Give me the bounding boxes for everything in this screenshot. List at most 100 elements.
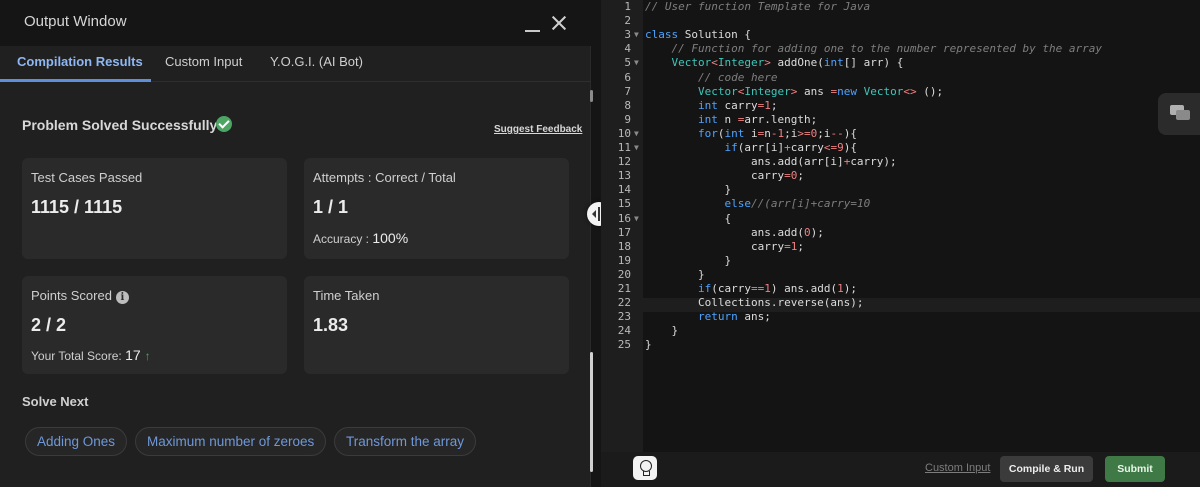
tab-compilation-results[interactable]: Compilation Results	[17, 54, 143, 69]
test-cases-card: Test Cases Passed 1115 / 1115	[22, 158, 287, 259]
close-icon[interactable]	[548, 12, 570, 34]
submit-button[interactable]: Submit	[1105, 456, 1165, 482]
suggest-feedback-link[interactable]: Suggest Feedback	[494, 124, 582, 135]
code-line[interactable]: 23 return ans;	[601, 310, 1200, 324]
code-text: {	[645, 211, 732, 225]
code-line[interactable]: 16 ▼ {	[601, 212, 1200, 226]
total-score-label: Your Total Score:	[31, 349, 122, 363]
tab-custom-input[interactable]: Custom Input	[165, 54, 242, 69]
code-line[interactable]: 9 int n =arr.length;	[601, 113, 1200, 127]
accuracy-label: Accuracy :	[313, 232, 370, 246]
code-line[interactable]: 18 carry=1;	[601, 240, 1200, 254]
output-tabs: Compilation Results Custom Input Y.O.G.I…	[0, 46, 591, 82]
active-tab-indicator	[0, 79, 151, 82]
attempts-value: 1 / 1	[313, 197, 349, 217]
code-text: }	[645, 253, 732, 267]
points-label-row: Points Scored i	[31, 288, 129, 304]
code-text: ans.add(0);	[645, 225, 824, 239]
code-line[interactable]: 20 }	[601, 268, 1200, 282]
fold-toggle-icon[interactable]: ▼	[634, 28, 639, 42]
code-line[interactable]: 5 ▼ Vector<Integer> addOne(int[] arr) {	[601, 56, 1200, 70]
output-window: Output Window Compilation Results Custom…	[0, 0, 593, 487]
line-number: 16	[617, 211, 631, 225]
tab-yogi-ai-bot[interactable]: Y.O.G.I. (AI Bot)	[270, 54, 363, 69]
line-number: 17	[617, 225, 631, 239]
line-number: 21	[617, 282, 631, 295]
test-cases-label: Test Cases Passed	[31, 170, 143, 185]
code-text: carry=1;	[645, 239, 804, 253]
time-value: 1.83	[313, 315, 349, 335]
code-text: return ans;	[697, 310, 771, 324]
code-text: int n =arr.length;	[697, 112, 818, 126]
code-line[interactable]: 7 Vector<Integer> ans =new Vector<> ();	[601, 85, 1200, 99]
fold-toggle-icon[interactable]: ▼	[634, 127, 639, 141]
check-circle-icon	[216, 116, 232, 132]
line-number: 20	[617, 267, 631, 281]
code-line[interactable]: 13 carry=0;	[601, 169, 1200, 183]
line-number: 9	[624, 112, 631, 126]
line-number: 11	[617, 141, 631, 154]
line-number: 7	[624, 84, 631, 98]
code-line[interactable]: 6 // code here	[601, 71, 1200, 85]
code-text: for(int i=n-1;i>=0;i--){	[697, 126, 857, 140]
line-number: 15	[617, 197, 631, 211]
attempts-card: Attempts : Correct / Total 1 / 1 Accurac…	[304, 158, 569, 259]
compile-run-button[interactable]: Compile & Run	[1000, 456, 1093, 482]
info-icon[interactable]: i	[115, 291, 129, 304]
fold-toggle-icon[interactable]: ▼	[634, 212, 639, 226]
solve-next-chip[interactable]: Adding Ones	[25, 427, 128, 456]
scrollbar-thumb[interactable]	[590, 352, 593, 472]
line-number: 6	[624, 70, 631, 84]
output-window-titlebar: Output Window	[0, 0, 591, 46]
minimize-icon[interactable]	[522, 8, 544, 38]
chat-icon[interactable]	[1158, 93, 1200, 135]
solve-next-title: Solve Next	[22, 394, 89, 409]
code-line[interactable]: 19 }	[601, 254, 1200, 268]
fold-toggle-icon[interactable]: ▼	[634, 56, 639, 70]
lightbulb-icon[interactable]	[633, 456, 657, 480]
code-line[interactable]: 4 // Function for adding one to the numb…	[601, 42, 1200, 56]
line-number: 22	[617, 296, 631, 310]
code-editor[interactable]: 1// User function Template for Java 2 3 ▼ cl…	[601, 0, 1200, 487]
code-line[interactable]: 12 ans.add(arr[i]+carry);	[601, 155, 1200, 169]
code-line[interactable]: 21 if(carry==1) ans.add(1);	[601, 282, 1200, 296]
total-score-value: 17	[125, 347, 141, 363]
code-text: class Solution {	[645, 28, 751, 42]
scrollbar-top[interactable]	[590, 90, 593, 102]
line-number: 13	[617, 169, 631, 183]
custom-input-link[interactable]: Custom Input	[925, 462, 990, 474]
code-line[interactable]: 8 int carry=1;	[601, 99, 1200, 113]
code-text: Vector<Integer> ans =new Vector<> ();	[697, 84, 944, 98]
solve-next-chip[interactable]: Transform the array	[334, 427, 477, 456]
code-text: Vector<Integer> addOne(int[] arr) {	[671, 56, 904, 70]
code-text: ans.add(arr[i]+carry);	[645, 155, 897, 169]
code-text: Collections.reverse(ans);	[645, 296, 864, 310]
line-number: 23	[617, 310, 631, 324]
points-card: Points Scored i 2 / 2 Your Total Score: 1…	[22, 276, 287, 374]
code-text: else//(arr[i]+carry=10	[724, 197, 871, 211]
code-line[interactable]: 11 ▼ if(arr[i]+carry<=9){	[601, 141, 1200, 155]
code-text: // code here	[697, 70, 778, 84]
line-number: 24	[617, 324, 631, 338]
line-number: 14	[617, 183, 631, 197]
code-line[interactable]: 2	[601, 14, 1200, 28]
line-number: 10	[617, 126, 631, 140]
fold-toggle-icon[interactable]: ▼	[634, 141, 639, 155]
output-window-title: Output Window	[24, 13, 127, 30]
code-text: }	[645, 324, 679, 338]
code-line[interactable]: 15 else//(arr[i]+carry=10	[601, 197, 1200, 211]
code-line[interactable]: 24 }	[601, 324, 1200, 338]
test-cases-value: 1115 / 1115	[31, 197, 123, 217]
code-line[interactable]: 25}	[601, 338, 1200, 352]
code-line[interactable]: 17 ans.add(0);	[601, 226, 1200, 240]
code-line[interactable]: 22 Collections.reverse(ans);	[601, 296, 1200, 310]
solve-next-chip[interactable]: Maximum number of zeroes	[135, 427, 327, 456]
code-line[interactable]: 1 // User function Template for Java	[601, 0, 1200, 14]
points-value: 2 / 2	[31, 315, 67, 335]
line-number: 1	[624, 0, 631, 13]
code-line[interactable]: 10 ▼ for(int i=n-1;i>=0;i--){	[601, 127, 1200, 141]
code-line[interactable]: 3 ▼ class Solution {	[601, 28, 1200, 42]
code-line[interactable]: 14 }	[601, 183, 1200, 197]
code-text: }	[645, 183, 732, 197]
line-number: 2	[624, 14, 631, 28]
